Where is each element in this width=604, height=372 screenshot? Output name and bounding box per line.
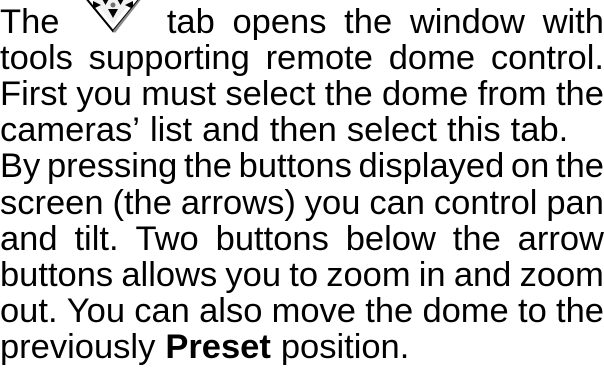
word: the xyxy=(324,75,373,113)
word: cameras’ xyxy=(0,111,140,149)
line-3: First you must select the dome from the xyxy=(0,74,604,114)
word: in xyxy=(418,256,446,294)
word: the xyxy=(555,75,604,113)
line-4: cameras’ list and then select this tab. xyxy=(0,110,604,150)
word: Two xyxy=(135,220,199,258)
word: the xyxy=(452,220,501,258)
word: the xyxy=(184,147,232,185)
word: with xyxy=(542,3,604,41)
word: tab xyxy=(166,3,215,41)
line-2: tools supporting remote dome control. xyxy=(0,38,604,78)
word: remote xyxy=(265,39,373,77)
word: from xyxy=(477,75,547,113)
word: tilt. xyxy=(74,220,119,258)
word: also xyxy=(199,292,263,330)
word: By xyxy=(0,147,41,185)
word: the xyxy=(344,3,393,41)
word: zoom xyxy=(519,256,604,294)
word: out. xyxy=(0,292,58,330)
word: dome xyxy=(422,292,509,330)
word: tools xyxy=(0,39,73,77)
word: you xyxy=(76,75,132,113)
word: buttons xyxy=(238,147,352,185)
word: buttons xyxy=(0,256,114,294)
line-9: out. You can also move the dome to the xyxy=(0,291,604,331)
word: dome xyxy=(382,75,469,113)
word-the: The xyxy=(0,3,60,41)
word: must xyxy=(141,75,217,113)
word: arrow xyxy=(517,220,604,258)
line-1: The tab opens the window with xyxy=(0,0,604,42)
word: window xyxy=(409,3,525,41)
word: can xyxy=(369,184,425,222)
word: control. xyxy=(490,39,604,77)
word: on xyxy=(510,147,550,185)
line-6: screen (the arrows) you can control pan xyxy=(0,183,604,223)
word: arrows) xyxy=(180,184,296,222)
word: select xyxy=(346,111,437,149)
word: list xyxy=(149,111,193,149)
word: First xyxy=(0,75,68,113)
word: supporting xyxy=(88,39,250,77)
word: pan xyxy=(546,184,604,222)
word: the xyxy=(556,292,604,330)
word: the xyxy=(556,147,604,185)
word: move xyxy=(271,292,356,330)
line-8: buttons allows you to zoom in and zoom xyxy=(0,255,604,295)
word: allows xyxy=(121,256,218,294)
word: (the xyxy=(112,184,172,222)
word: to xyxy=(289,256,319,294)
word: select xyxy=(225,75,316,113)
word: to xyxy=(517,292,547,330)
word: below xyxy=(345,220,436,258)
word: screen xyxy=(0,184,104,222)
word: then xyxy=(269,111,337,149)
word: tab. xyxy=(510,111,569,149)
word: the xyxy=(365,292,414,330)
word: You xyxy=(66,292,125,330)
word: buttons xyxy=(215,220,329,258)
word: dome xyxy=(388,39,476,77)
word: and xyxy=(453,256,512,294)
line-5: By pressing the buttons displayed on the xyxy=(0,146,604,186)
word: this xyxy=(446,111,501,149)
word: zoom xyxy=(326,256,411,294)
word: displayed xyxy=(358,147,505,185)
line-7: and tilt. Two buttons below the arrow xyxy=(0,219,604,259)
word: and xyxy=(202,111,260,149)
word: and xyxy=(0,220,58,258)
word: control xyxy=(433,184,538,222)
word: you xyxy=(225,256,282,294)
word: pressing xyxy=(46,147,178,185)
word: can xyxy=(134,292,190,330)
document-text: The tab opens the window with tools supp… xyxy=(0,0,604,372)
word: you xyxy=(304,184,361,222)
word: opens xyxy=(232,3,327,41)
dome-control-tab-icon xyxy=(77,0,149,39)
